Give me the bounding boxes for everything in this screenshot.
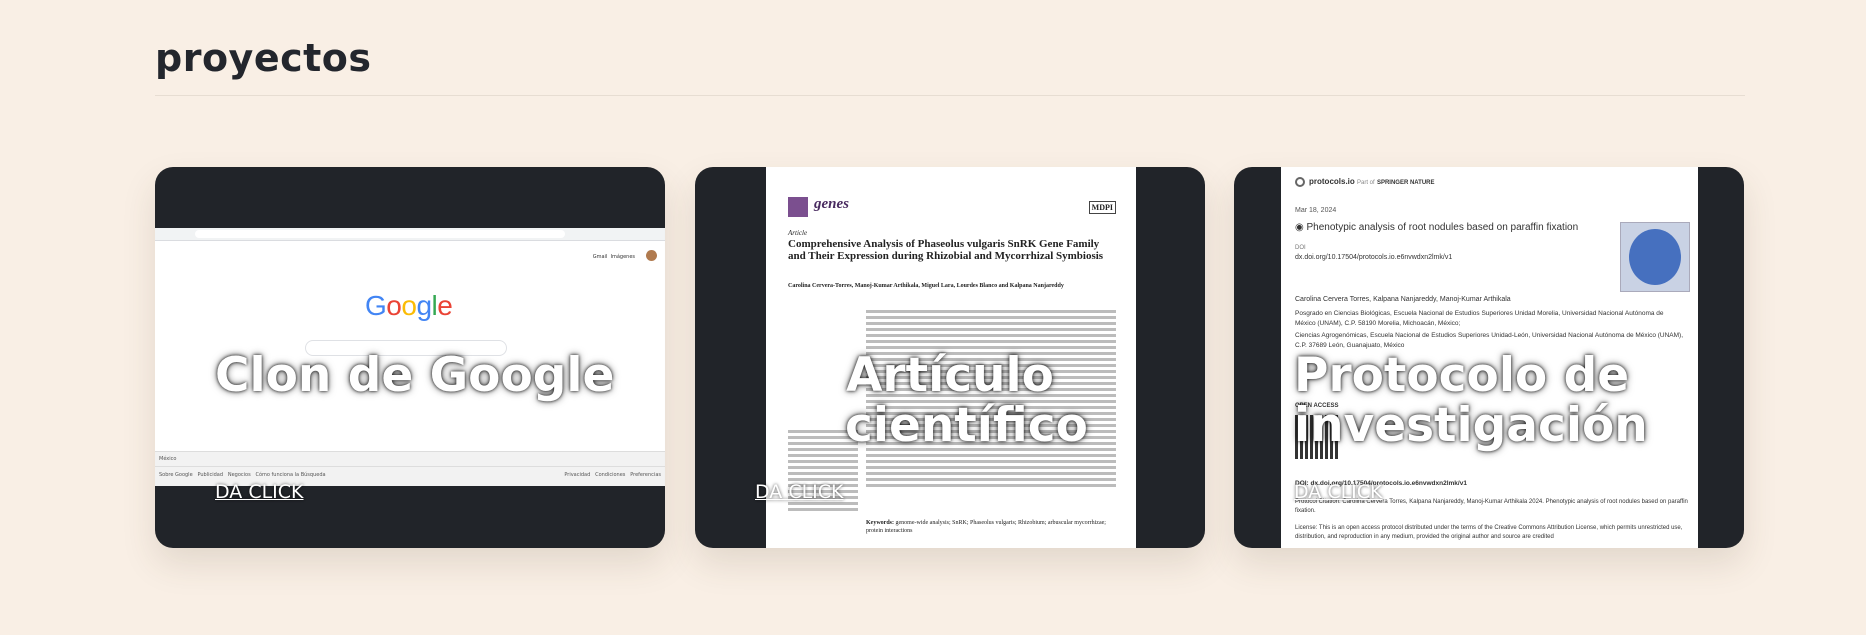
project-card-research-protocol[interactable]: protocols.io Part of SPRINGER NATURE Mar… (1234, 167, 1744, 548)
footer-link: Negocios (227, 472, 251, 478)
protocol-heading: ◉ Phenotypic analysis of root nodules ba… (1295, 222, 1605, 234)
footer-link: Preferencias (630, 472, 661, 478)
protocols-logo-icon (1295, 177, 1305, 187)
project-link[interactable]: DA CLICK (215, 481, 304, 503)
project-title: Protocolo de investigación (1294, 348, 1648, 453)
protocol-date: Mar 18, 2024 (1295, 207, 1337, 214)
nodule-image (1620, 222, 1690, 292)
footer-left-links: Sobre Google Publicidad Negocios Cómo fu… (159, 472, 326, 478)
project-link[interactable]: DA CLICK (1294, 481, 1383, 503)
avatar (646, 250, 657, 261)
brand-name: protocols.io (1309, 177, 1355, 186)
article-kind: Article (788, 229, 808, 237)
google-header-links: Gmail Imágenes (593, 254, 635, 260)
footer-link: Cómo funciona la Búsqueda (255, 472, 326, 478)
google-logo: Google (365, 290, 453, 321)
article-authors: Carolina Cervera-Torres, Manoj-Kumar Art… (788, 283, 1064, 289)
footer-link: Condiciones (595, 472, 626, 478)
genes-logo-icon (788, 197, 808, 217)
protocol-doi: dx.doi.org/10.17504/protocols.io.e6nvwdx… (1295, 254, 1453, 261)
protocol-icon: ◉ (1295, 222, 1304, 233)
footer-link: Privacidad (564, 472, 591, 478)
section-title: proyectos (155, 36, 372, 80)
browser-address-bar (195, 230, 565, 238)
keywords-text: genome-wide analysis; SnRK; Phaseolus vu… (866, 520, 1106, 534)
project-title: Clon de Google (215, 348, 615, 403)
article-title: Comprehensive Analysis of Phaseolus vulg… (788, 238, 1104, 262)
footer-link: Publicidad (197, 472, 224, 478)
brand-partof: Part of (1357, 180, 1375, 186)
publisher-logo: MDPI (1088, 201, 1116, 214)
protocol-license: License: This is an open access protocol… (1295, 525, 1683, 540)
protocol-authors: Carolina Cervera Torres, Kalpana Nanjare… (1295, 296, 1511, 303)
footer-right-links: Privacidad Condiciones Preferencias (564, 472, 661, 478)
header-link-images: Imágenes (610, 254, 635, 260)
footer-country: México (155, 452, 665, 467)
project-link[interactable]: DA CLICK (755, 481, 844, 503)
project-title: Artículo científico (845, 348, 1088, 453)
project-card-scientific-article[interactable]: genes MDPI Article Comprehensive Analysi… (695, 167, 1205, 548)
protocol-affiliation-1: Posgrado en Ciencias Biológicas, Escuela… (1295, 310, 1664, 327)
header-link-gmail: Gmail (592, 254, 608, 260)
project-card-google-clone[interactable]: Gmail Imágenes Google México Sobre Googl… (155, 167, 665, 548)
protocols-brand: protocols.io Part of SPRINGER NATURE (1309, 177, 1435, 186)
browser-toolbar (155, 228, 665, 241)
section-divider (155, 95, 1745, 96)
keywords-label: Keywords: (866, 520, 894, 526)
protocol-heading-text: Phenotypic analysis of root nodules base… (1306, 222, 1579, 233)
footer-link: Sobre Google (159, 472, 193, 478)
brand-springer: SPRINGER NATURE (1376, 180, 1435, 186)
article-keywords: Keywords: genome-wide analysis; SnRK; Ph… (866, 519, 1116, 535)
journal-name: genes (814, 196, 849, 212)
doi-label: DOI (1295, 245, 1306, 251)
